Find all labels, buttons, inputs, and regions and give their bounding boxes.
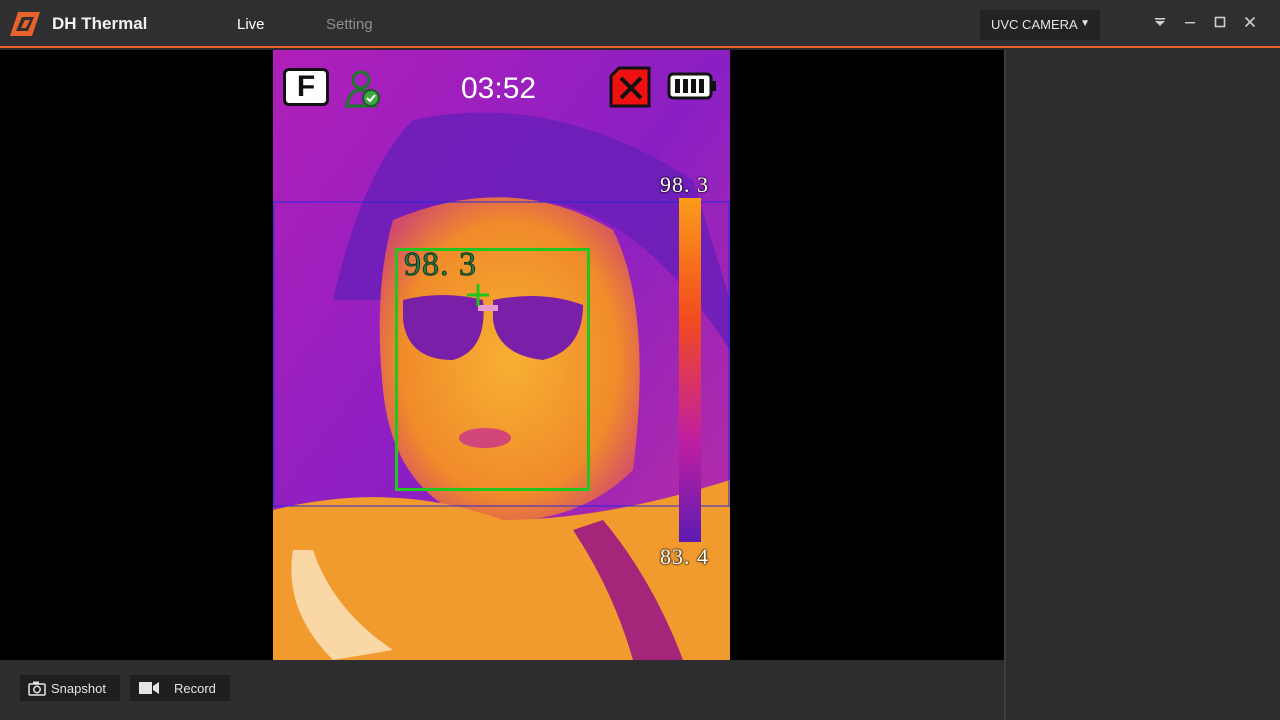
sd-card-error-icon [609,66,651,108]
tab-live[interactable]: Live [237,16,265,48]
caret-down-icon: ▼ [1080,18,1090,29]
bottom-toolbar: Snapshot Record [0,660,1004,720]
title-bar: DH Thermal Live Setting UVC CAMERA ▼ [0,0,1280,48]
fahrenheit-icon: F [283,68,329,106]
camera-select-value: UVC CAMERA [991,17,1078,32]
record-label: Record [174,681,216,696]
snapshot-button[interactable]: Snapshot [20,675,120,701]
app-title: DH Thermal [52,14,148,33]
thermal-feed: F 03:52 98. 3 83. 4 98. 3 [273,50,730,660]
dropdown-menu-icon[interactable] [1149,12,1171,34]
snapshot-label: Snapshot [51,681,106,696]
tab-setting[interactable]: Setting [326,16,373,33]
record-button[interactable]: Record [130,675,230,701]
scale-max-label: 98. 3 [660,172,709,197]
face-temperature-label: 98. 3 [404,246,477,284]
scale-min-label: 83. 4 [660,544,709,569]
video-camera-icon [139,682,159,694]
camera-icon [28,681,46,696]
minimize-icon[interactable] [1179,12,1201,34]
side-panel [1004,50,1280,720]
maximize-icon[interactable] [1209,12,1231,34]
dh-logo-icon [10,12,40,36]
clock: 03:52 [461,72,537,105]
camera-select[interactable]: UVC CAMERA ▼ [980,10,1100,40]
battery-full-icon [667,72,716,100]
close-icon[interactable] [1239,12,1261,34]
video-area: F 03:52 98. 3 83. 4 98. 3 [0,50,1004,660]
